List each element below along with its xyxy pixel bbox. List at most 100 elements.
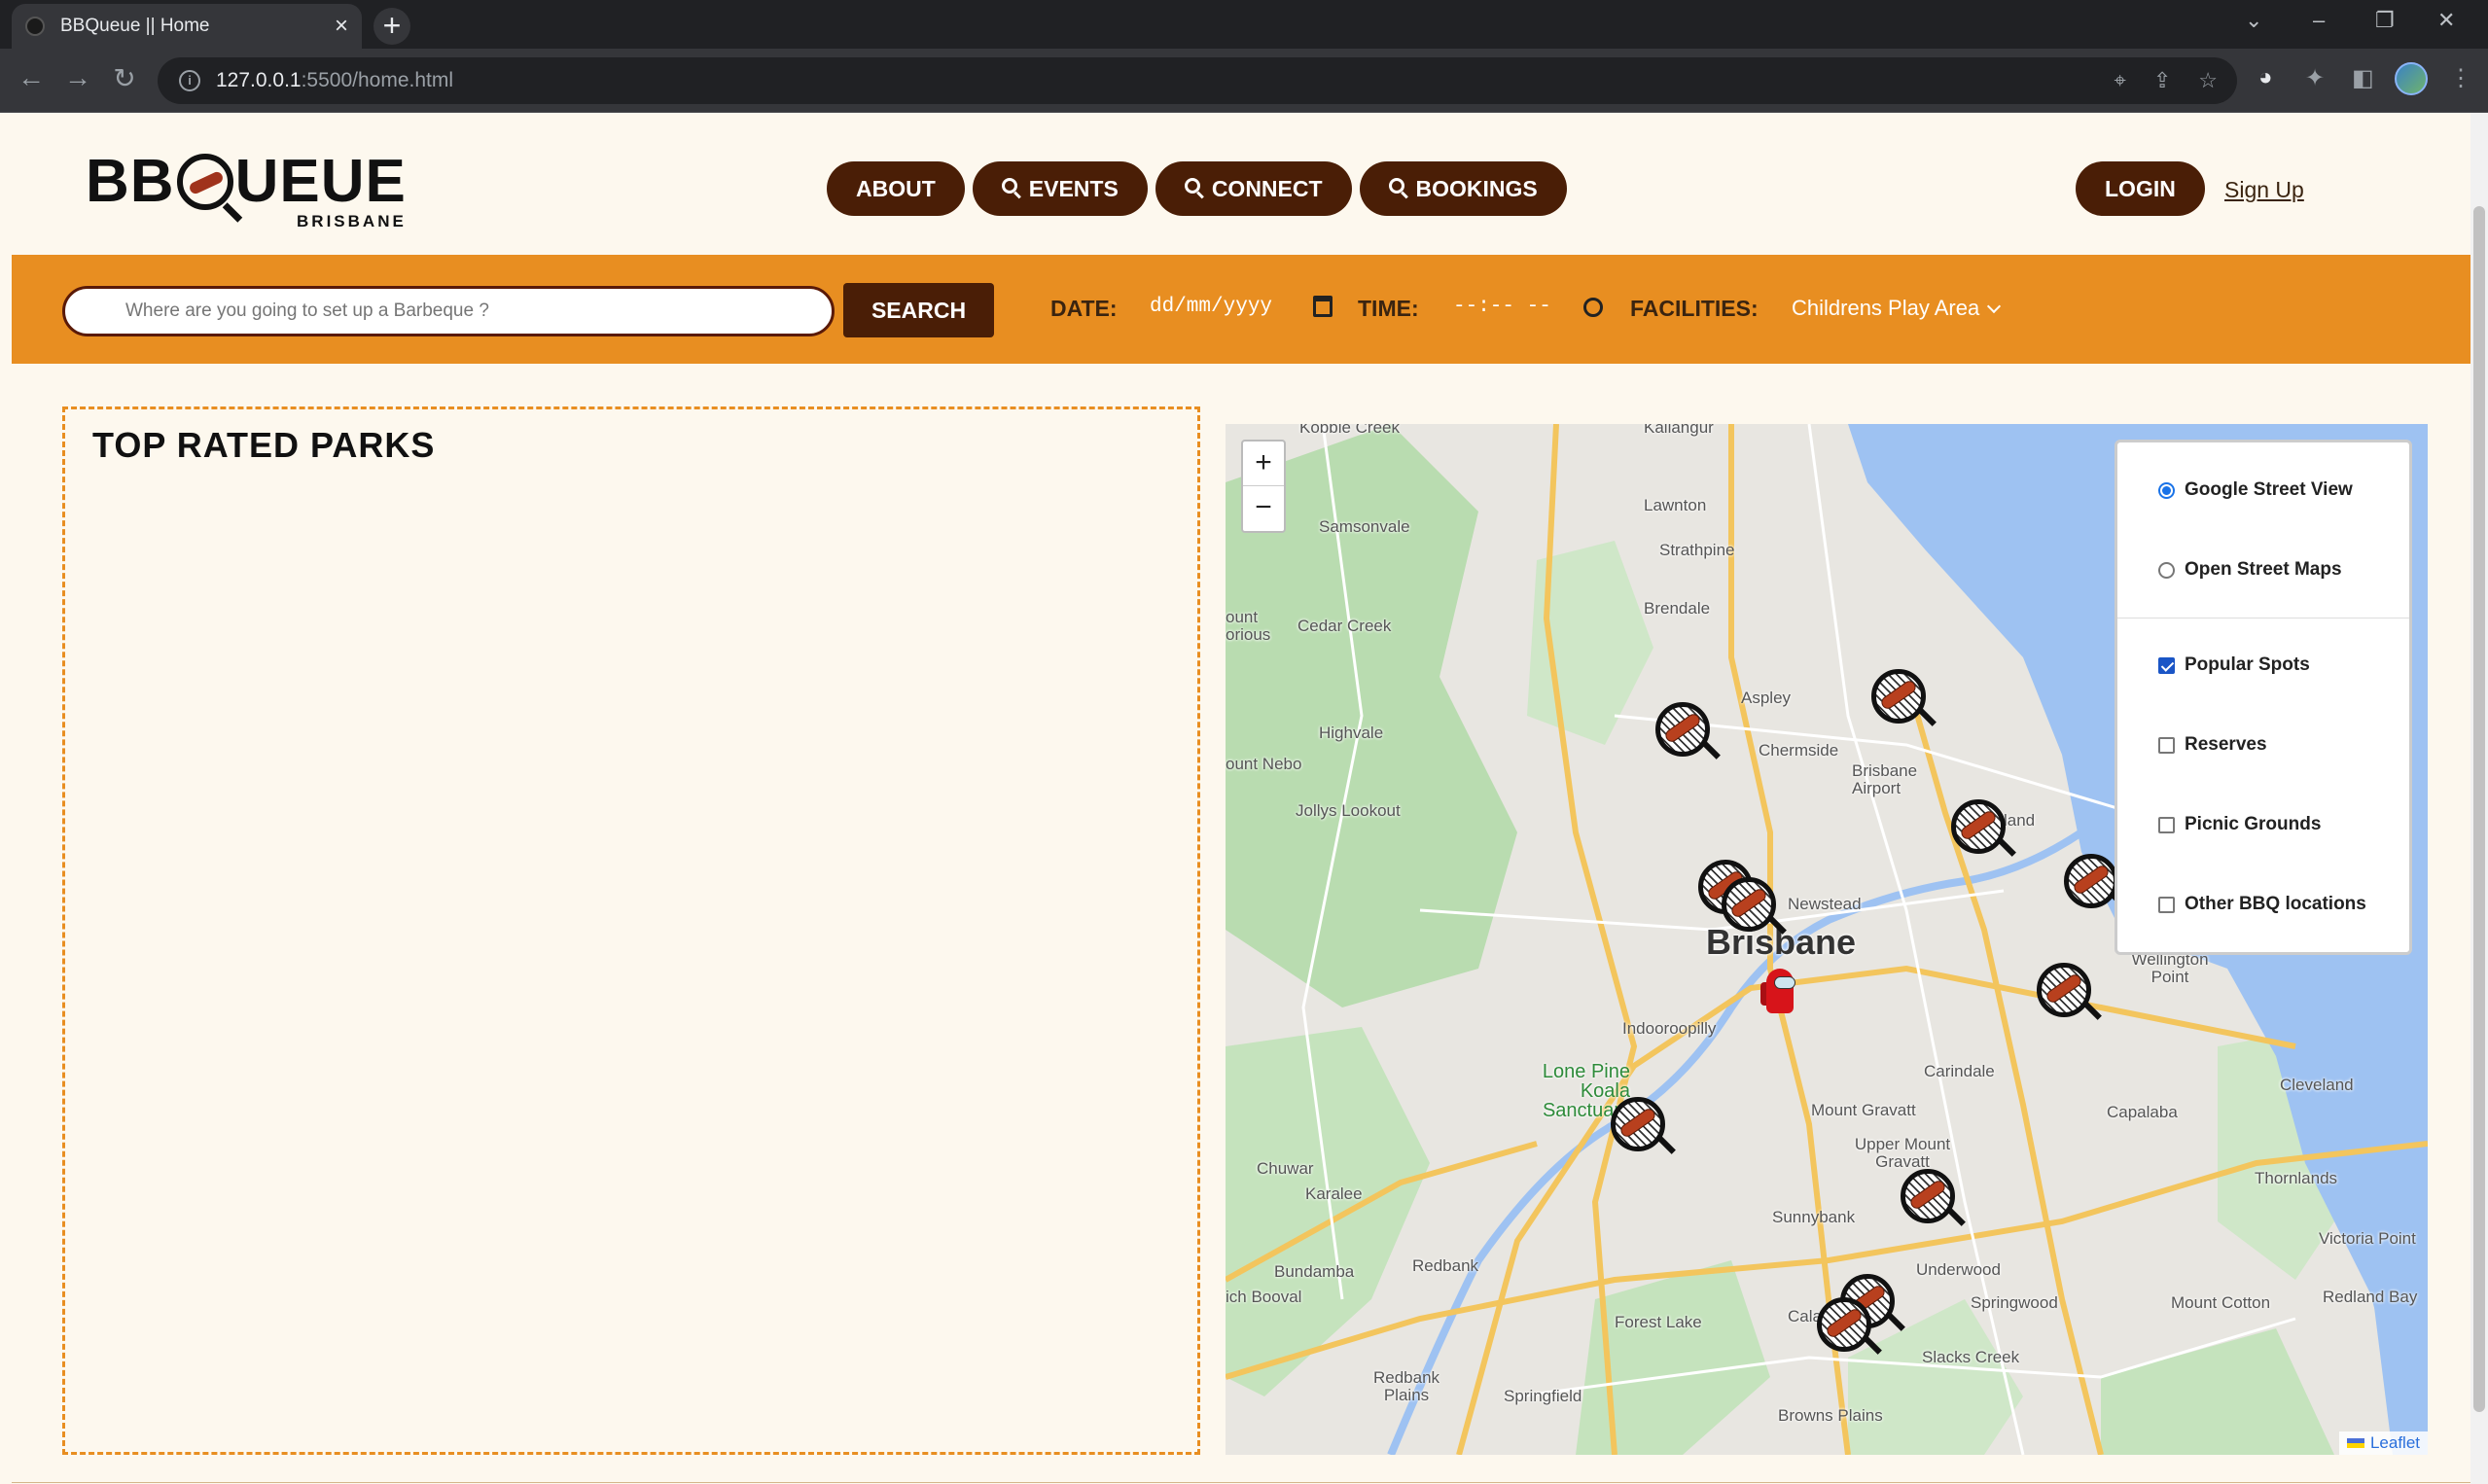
checkbox-unchecked[interactable]	[2158, 736, 2175, 754]
place-label: ount Nebo	[1226, 755, 1302, 773]
radio-unselected[interactable]	[2158, 561, 2175, 579]
search-button[interactable]: SEARCH	[843, 283, 994, 337]
date-input[interactable]: dd/mm/yyyy	[1150, 296, 1272, 318]
logo-subtitle: BRISBANE	[297, 212, 407, 230]
scrollbar-thumb[interactable]	[2473, 206, 2485, 1412]
place-label: ount orious	[1226, 608, 1271, 644]
overlay-reserves[interactable]: Reserves	[2158, 734, 2267, 756]
bookmark-star-icon[interactable]: ☆	[2198, 68, 2218, 93]
facilities-select[interactable]: Childrens Play Area	[1792, 296, 2002, 321]
zoom-control: + −	[1241, 440, 1286, 533]
place-label: Springfield	[1504, 1387, 1582, 1405]
overlay-label: Picnic Grounds	[2185, 814, 2322, 834]
browser-tab[interactable]: BBQueue || Home ×	[12, 4, 362, 49]
place-label: Sunnybank	[1772, 1208, 1856, 1226]
new-tab-button[interactable]: +	[373, 8, 410, 45]
user-location-icon[interactable]	[1760, 969, 1797, 1019]
search-input[interactable]	[62, 286, 835, 336]
bbq-spot-marker[interactable]	[1901, 1169, 1966, 1227]
bbq-spot-marker[interactable]	[1951, 799, 2016, 858]
page-scrollbar[interactable]	[2470, 113, 2488, 1484]
place-label: Chuwar	[1257, 1159, 1314, 1178]
time-input[interactable]: --:-- --	[1453, 296, 1551, 318]
place-label: Redbank Plains	[1372, 1368, 1440, 1404]
nav-about-label: ABOUT	[856, 175, 936, 201]
place-label: Victoria Point	[2319, 1229, 2416, 1248]
place-label: Mount Cotton	[2171, 1293, 2271, 1312]
facilities-label: FACILITIES:	[1630, 296, 1759, 321]
color-extension-icon[interactable]: ◕	[2258, 64, 2273, 91]
calendar-icon[interactable]	[1313, 296, 1333, 317]
bbq-spot-marker[interactable]	[1722, 877, 1787, 936]
browser-tab-bar: BBQueue || Home × + ⌄ – ❐ ✕	[0, 0, 2488, 49]
nav-connect-button[interactable]: CONNECT	[1155, 161, 1352, 216]
overlay-popular-spots[interactable]: Popular Spots	[2158, 654, 2310, 676]
signup-link[interactable]: Sign Up	[2224, 177, 2304, 203]
reload-icon[interactable]: ↻	[107, 62, 142, 94]
map-attribution[interactable]: Leaflet	[2338, 1431, 2428, 1455]
search-icon	[1184, 178, 1200, 194]
divider	[12, 1482, 2470, 1483]
nav-events-button[interactable]: EVENTS	[972, 161, 1148, 216]
nav-events-label: EVENTS	[1028, 175, 1119, 201]
clock-icon[interactable]	[1583, 298, 1603, 317]
place-label: Aspley	[1741, 689, 1792, 707]
place-label: Brendale	[1644, 599, 1711, 618]
place-label: Chermside	[1759, 741, 1839, 760]
tab-title: BBQueue || Home	[60, 16, 210, 36]
bbq-spot-marker[interactable]	[1871, 669, 1937, 727]
address-bar[interactable]: i 127.0.0.1 :5500/home.html ⌖ ⇪ ☆	[158, 57, 2237, 104]
tab-search-icon[interactable]: ⌄	[2245, 8, 2262, 33]
map[interactable]: + − Kallangur Kobble Creek Samsonvale La…	[1226, 424, 2428, 1455]
favicon-icon	[25, 17, 45, 36]
login-button[interactable]: LOGIN	[2076, 161, 2205, 216]
search-bar: SEARCH DATE: dd/mm/yyyy TIME: --:-- -- F…	[12, 255, 2478, 364]
overlay-other-bbq[interactable]: Other BBQ locations	[2158, 894, 2366, 915]
bbq-spot-marker[interactable]	[1655, 702, 1721, 760]
place-label: Karalee	[1305, 1184, 1363, 1203]
location-icon[interactable]: ⌖	[2114, 68, 2125, 93]
bbq-spot-marker[interactable]	[1817, 1297, 1882, 1356]
menu-icon[interactable]: ⋮	[2449, 64, 2472, 92]
share-icon[interactable]: ⇪	[2153, 68, 2171, 93]
place-label: Strathpine	[1659, 541, 1735, 559]
checkbox-unchecked[interactable]	[2158, 896, 2175, 913]
close-tab-icon[interactable]: ×	[335, 15, 348, 38]
place-label: ich Booval	[1226, 1288, 1302, 1306]
extensions-icon[interactable]: ✦	[2305, 64, 2325, 92]
forward-icon[interactable]: →	[60, 62, 95, 93]
overlay-picnic-grounds[interactable]: Picnic Grounds	[2158, 814, 2321, 835]
layer-open-street-maps[interactable]: Open Street Maps	[2158, 559, 2342, 581]
layer-google-street-view[interactable]: Google Street View	[2158, 479, 2353, 501]
site-info-icon[interactable]: i	[179, 70, 200, 91]
bbq-spot-marker[interactable]	[2064, 854, 2129, 912]
profile-avatar[interactable]	[2395, 62, 2428, 95]
site-logo[interactable]: BB UEUE BRISBANE	[86, 152, 407, 231]
nav-bookings-button[interactable]: BOOKINGS	[1359, 161, 1567, 216]
nav-bookings-label: BOOKINGS	[1415, 175, 1538, 201]
back-icon[interactable]: ←	[14, 62, 49, 93]
place-label: Upper Mount Gravatt	[1854, 1135, 1951, 1171]
side-panel-icon[interactable]: ◧	[2352, 64, 2374, 92]
layer-control: Google Street View Open Street Maps Popu…	[2115, 440, 2412, 955]
bbq-spot-marker[interactable]	[1611, 1097, 1676, 1155]
zoom-in-button[interactable]: +	[1243, 442, 1284, 486]
place-label: Samsonvale	[1319, 517, 1410, 536]
place-label: Kallangur	[1644, 424, 1714, 437]
zoom-out-button[interactable]: −	[1243, 486, 1284, 531]
nav-about-button[interactable]: ABOUT	[827, 161, 965, 216]
place-label: Cedar Creek	[1297, 617, 1392, 635]
radio-selected[interactable]	[2158, 481, 2175, 499]
overlay-label: Popular Spots	[2185, 654, 2310, 675]
place-label: Bundamba	[1274, 1262, 1355, 1281]
nav-connect-label: CONNECT	[1211, 175, 1323, 201]
maximize-icon[interactable]: ❐	[2375, 8, 2395, 33]
close-window-icon[interactable]: ✕	[2437, 8, 2455, 33]
checkbox-checked[interactable]	[2158, 656, 2175, 674]
place-label: Springwood	[1971, 1293, 2058, 1312]
bbq-spot-marker[interactable]	[2037, 963, 2102, 1021]
checkbox-unchecked[interactable]	[2158, 816, 2175, 833]
place-label: Lawnton	[1644, 496, 1707, 514]
place-label: Forest Lake	[1615, 1313, 1702, 1331]
minimize-icon[interactable]: –	[2313, 8, 2325, 33]
